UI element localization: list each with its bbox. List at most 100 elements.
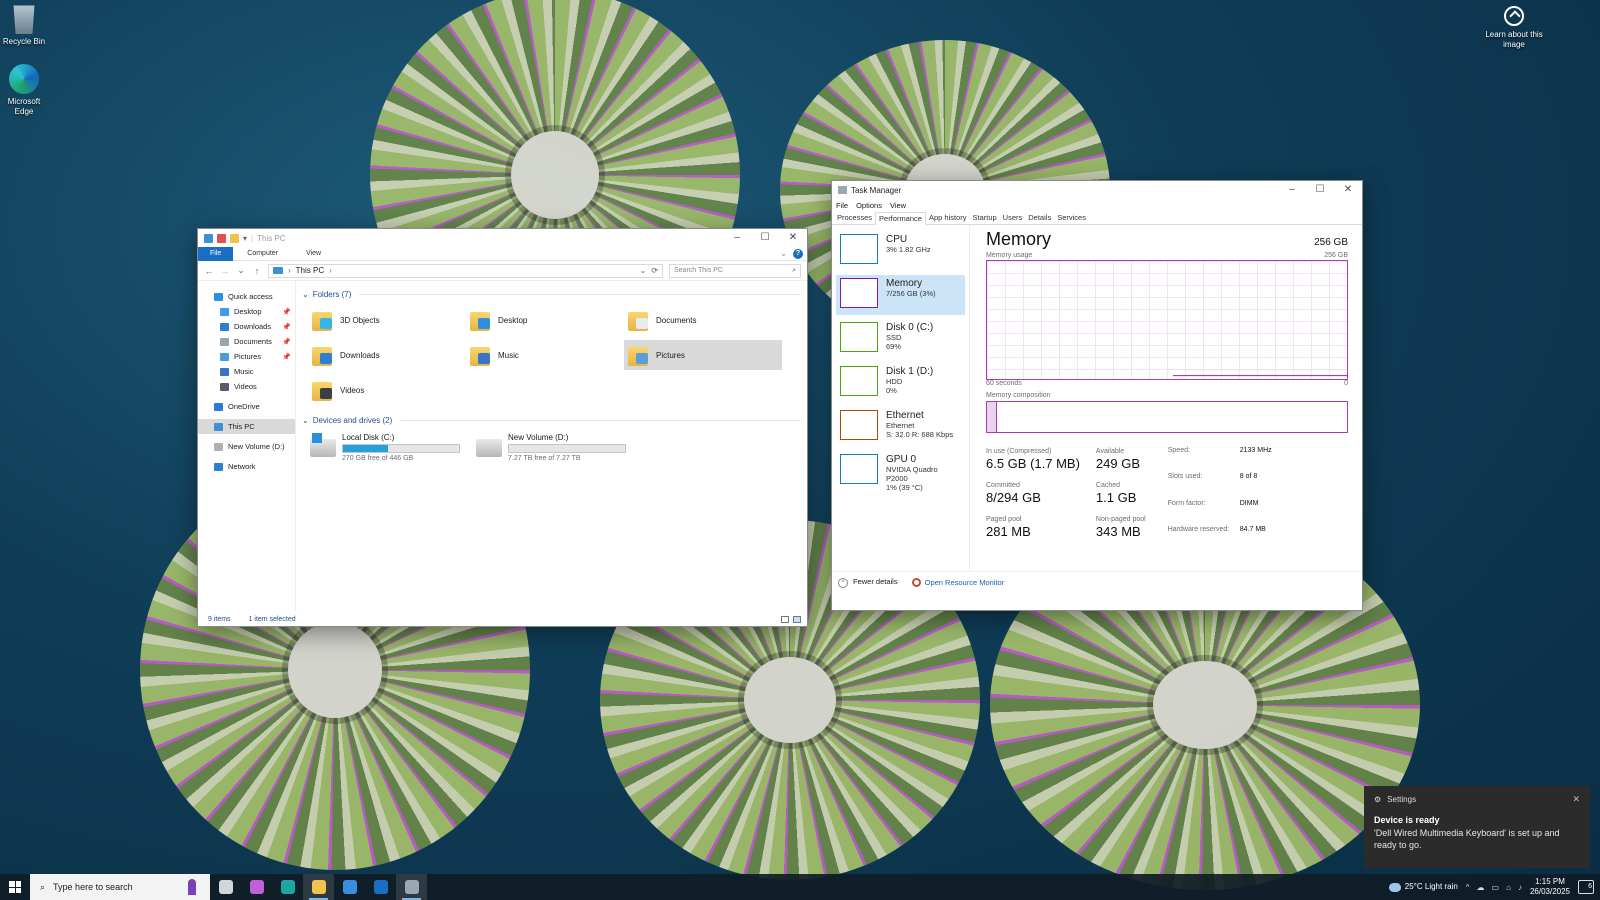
address-bar[interactable]: › This PC › ⌄ ⟳ xyxy=(268,263,663,278)
fewer-details-button[interactable]: ^ Fewer details xyxy=(838,577,898,588)
open-resource-monitor-link[interactable]: Open Resource Monitor xyxy=(911,578,1004,588)
nav-music[interactable]: Music xyxy=(198,364,295,379)
weather-widget[interactable]: 25°C Light rain xyxy=(1388,882,1458,892)
clock[interactable]: 1:15 PM 26/03/2025 xyxy=(1530,877,1570,897)
nav-downloads[interactable]: Downloads 📌 xyxy=(198,319,295,334)
volume-icon[interactable]: ♪ xyxy=(1518,883,1522,892)
maximize-button[interactable]: ☐ xyxy=(1306,181,1334,199)
menu-view[interactable]: View xyxy=(890,201,906,210)
nav-network[interactable]: Network xyxy=(198,459,295,474)
battery-icon[interactable]: ▭ xyxy=(1492,883,1500,892)
maximize-button[interactable]: ☐ xyxy=(751,229,779,247)
breadcrumb[interactable]: This PC xyxy=(296,266,324,275)
up-button[interactable]: ↑ xyxy=(252,266,262,276)
nav-this-pc[interactable]: This PC xyxy=(198,419,295,434)
recent-dropdown[interactable]: ⌄ xyxy=(236,265,246,276)
folder-icon xyxy=(312,308,334,332)
drive-c[interactable]: Local Disk (C:) 270 GB free of 446 GB xyxy=(310,433,462,462)
large-icons-view-icon[interactable] xyxy=(793,615,801,623)
window-title: Task Manager xyxy=(851,185,902,195)
resource-sparkline xyxy=(840,454,878,484)
chevron-up-icon[interactable]: ^ xyxy=(1466,883,1470,892)
nav-desktop[interactable]: Desktop 📌 xyxy=(198,304,295,319)
resource-item[interactable]: Ethernet Ethernet S: 32.0 R: 688 Kbps xyxy=(836,407,965,447)
minimize-button[interactable]: – xyxy=(1278,181,1306,199)
desktop-icon-recycle-bin[interactable]: Recycle Bin xyxy=(0,4,48,47)
close-icon[interactable]: ✕ xyxy=(1572,794,1580,805)
desktop-icon-edge[interactable]: Microsoft Edge xyxy=(0,64,48,117)
folder-icon xyxy=(470,308,492,332)
qat-dropdown-icon[interactable]: ▾ xyxy=(243,234,247,243)
folder-pictures[interactable]: Pictures xyxy=(624,340,782,370)
resource-item[interactable]: Memory 7/256 GB (3%) xyxy=(836,275,965,315)
refresh-icon[interactable]: ⟳ xyxy=(651,266,658,275)
network-icon[interactable]: ⌂ xyxy=(1506,883,1511,892)
close-button[interactable]: ✕ xyxy=(1334,181,1362,199)
drive-d[interactable]: New Volume (D:) 7.27 TB free of 7.27 TB xyxy=(476,433,628,462)
onedrive-tray-icon[interactable]: ☁ xyxy=(1477,883,1485,892)
network-icon xyxy=(214,462,223,471)
tab-startup[interactable]: Startup xyxy=(969,212,999,224)
start-button[interactable] xyxy=(0,874,30,900)
folder-3d-objects[interactable]: 3D Objects xyxy=(308,305,466,335)
time: 1:15 PM xyxy=(1535,877,1565,886)
nav-quick-access[interactable]: Quick access xyxy=(198,289,295,304)
drives-group-header[interactable]: ⌄ Devices and drives (2) xyxy=(302,413,801,427)
details-view-icon[interactable] xyxy=(781,615,789,623)
folder-music[interactable]: Music xyxy=(466,340,624,370)
search-input[interactable]: Search This PC ⌕ xyxy=(669,263,801,278)
learn-about-image[interactable]: Learn about this image xyxy=(1484,6,1544,50)
nav-pictures[interactable]: Pictures 📌 xyxy=(198,349,295,364)
properties-icon[interactable] xyxy=(217,233,226,243)
tab-file[interactable]: File xyxy=(198,246,234,261)
tab-view[interactable]: View xyxy=(292,247,335,261)
nav-new-volume[interactable]: New Volume (D:) xyxy=(198,439,295,454)
folders-group-header[interactable]: ⌄ Folders (7) xyxy=(302,287,801,301)
forward-button[interactable]: → xyxy=(220,266,230,276)
tab-users[interactable]: Users xyxy=(1000,212,1026,224)
taskbar-app-button[interactable] xyxy=(210,874,241,900)
taskbar-app-button[interactable] xyxy=(303,874,334,900)
tab-details[interactable]: Details xyxy=(1025,212,1054,224)
search-icon: ⌕ xyxy=(40,881,46,892)
taskbar-app-button[interactable] xyxy=(334,874,365,900)
tab-services[interactable]: Services xyxy=(1054,212,1089,224)
taskbar-app-button[interactable] xyxy=(396,874,427,900)
back-button[interactable]: ← xyxy=(204,266,214,276)
folder-documents[interactable]: Documents xyxy=(624,305,782,335)
notification-center-icon[interactable]: 6 xyxy=(1578,880,1594,894)
taskbar-app-button[interactable] xyxy=(241,874,272,900)
minimize-button[interactable]: – xyxy=(723,229,751,247)
tab-processes[interactable]: Processes xyxy=(834,212,875,224)
taskmgr-titlebar[interactable]: Task Manager – ☐ ✕ xyxy=(832,181,1362,199)
explorer-titlebar[interactable]: ▾ | This PC – ☐ ✕ xyxy=(198,229,807,247)
resource-item[interactable]: Disk 0 (C:) SSD 69% xyxy=(836,319,965,359)
folder-desktop[interactable]: Desktop xyxy=(466,305,624,335)
resource-sparkline xyxy=(840,278,878,308)
resource-list: CPU 3% 1.82 GHz Memory 7/256 GB (3%) Disk 0 … xyxy=(832,225,970,571)
help-icon[interactable]: ? xyxy=(793,248,803,259)
menu-file[interactable]: File xyxy=(836,201,848,210)
resource-sparkline xyxy=(840,234,878,264)
taskbar-app-button[interactable] xyxy=(365,874,396,900)
address-dropdown-icon[interactable]: ⌄ xyxy=(640,266,647,275)
nav-videos[interactable]: Videos xyxy=(198,379,295,394)
tab-computer[interactable]: Computer xyxy=(233,247,292,261)
nav-documents[interactable]: Documents 📌 xyxy=(198,334,295,349)
nav-onedrive[interactable]: OneDrive xyxy=(198,399,295,414)
close-button[interactable]: ✕ xyxy=(779,229,807,247)
tab-app-history[interactable]: App history xyxy=(926,212,970,224)
new-folder-icon[interactable] xyxy=(230,233,239,243)
resource-item[interactable]: GPU 0 NVIDIA Quadro P2000 1% (39 °C) xyxy=(836,451,965,492)
toast-notification[interactable]: ⚙ Settings ✕ Device is ready 'Dell Wired… xyxy=(1364,786,1590,868)
folder-videos[interactable]: Videos xyxy=(308,375,466,405)
menu-options[interactable]: Options xyxy=(856,201,882,210)
tab-performance[interactable]: Performance xyxy=(875,212,926,225)
taskbar-app-button[interactable] xyxy=(272,874,303,900)
resource-item[interactable]: Disk 1 (D:) HDD 0% xyxy=(836,363,965,403)
folder-downloads[interactable]: Downloads xyxy=(308,340,466,370)
resource-item[interactable]: CPU 3% 1.82 GHz xyxy=(836,231,965,271)
taskbar-search-input[interactable]: ⌕ Type here to search xyxy=(30,874,210,900)
ribbon-expand-icon[interactable]: ⌄ xyxy=(780,249,787,258)
folders-grid: 3D Objects Desktop Documents Downloads M… xyxy=(302,301,801,405)
